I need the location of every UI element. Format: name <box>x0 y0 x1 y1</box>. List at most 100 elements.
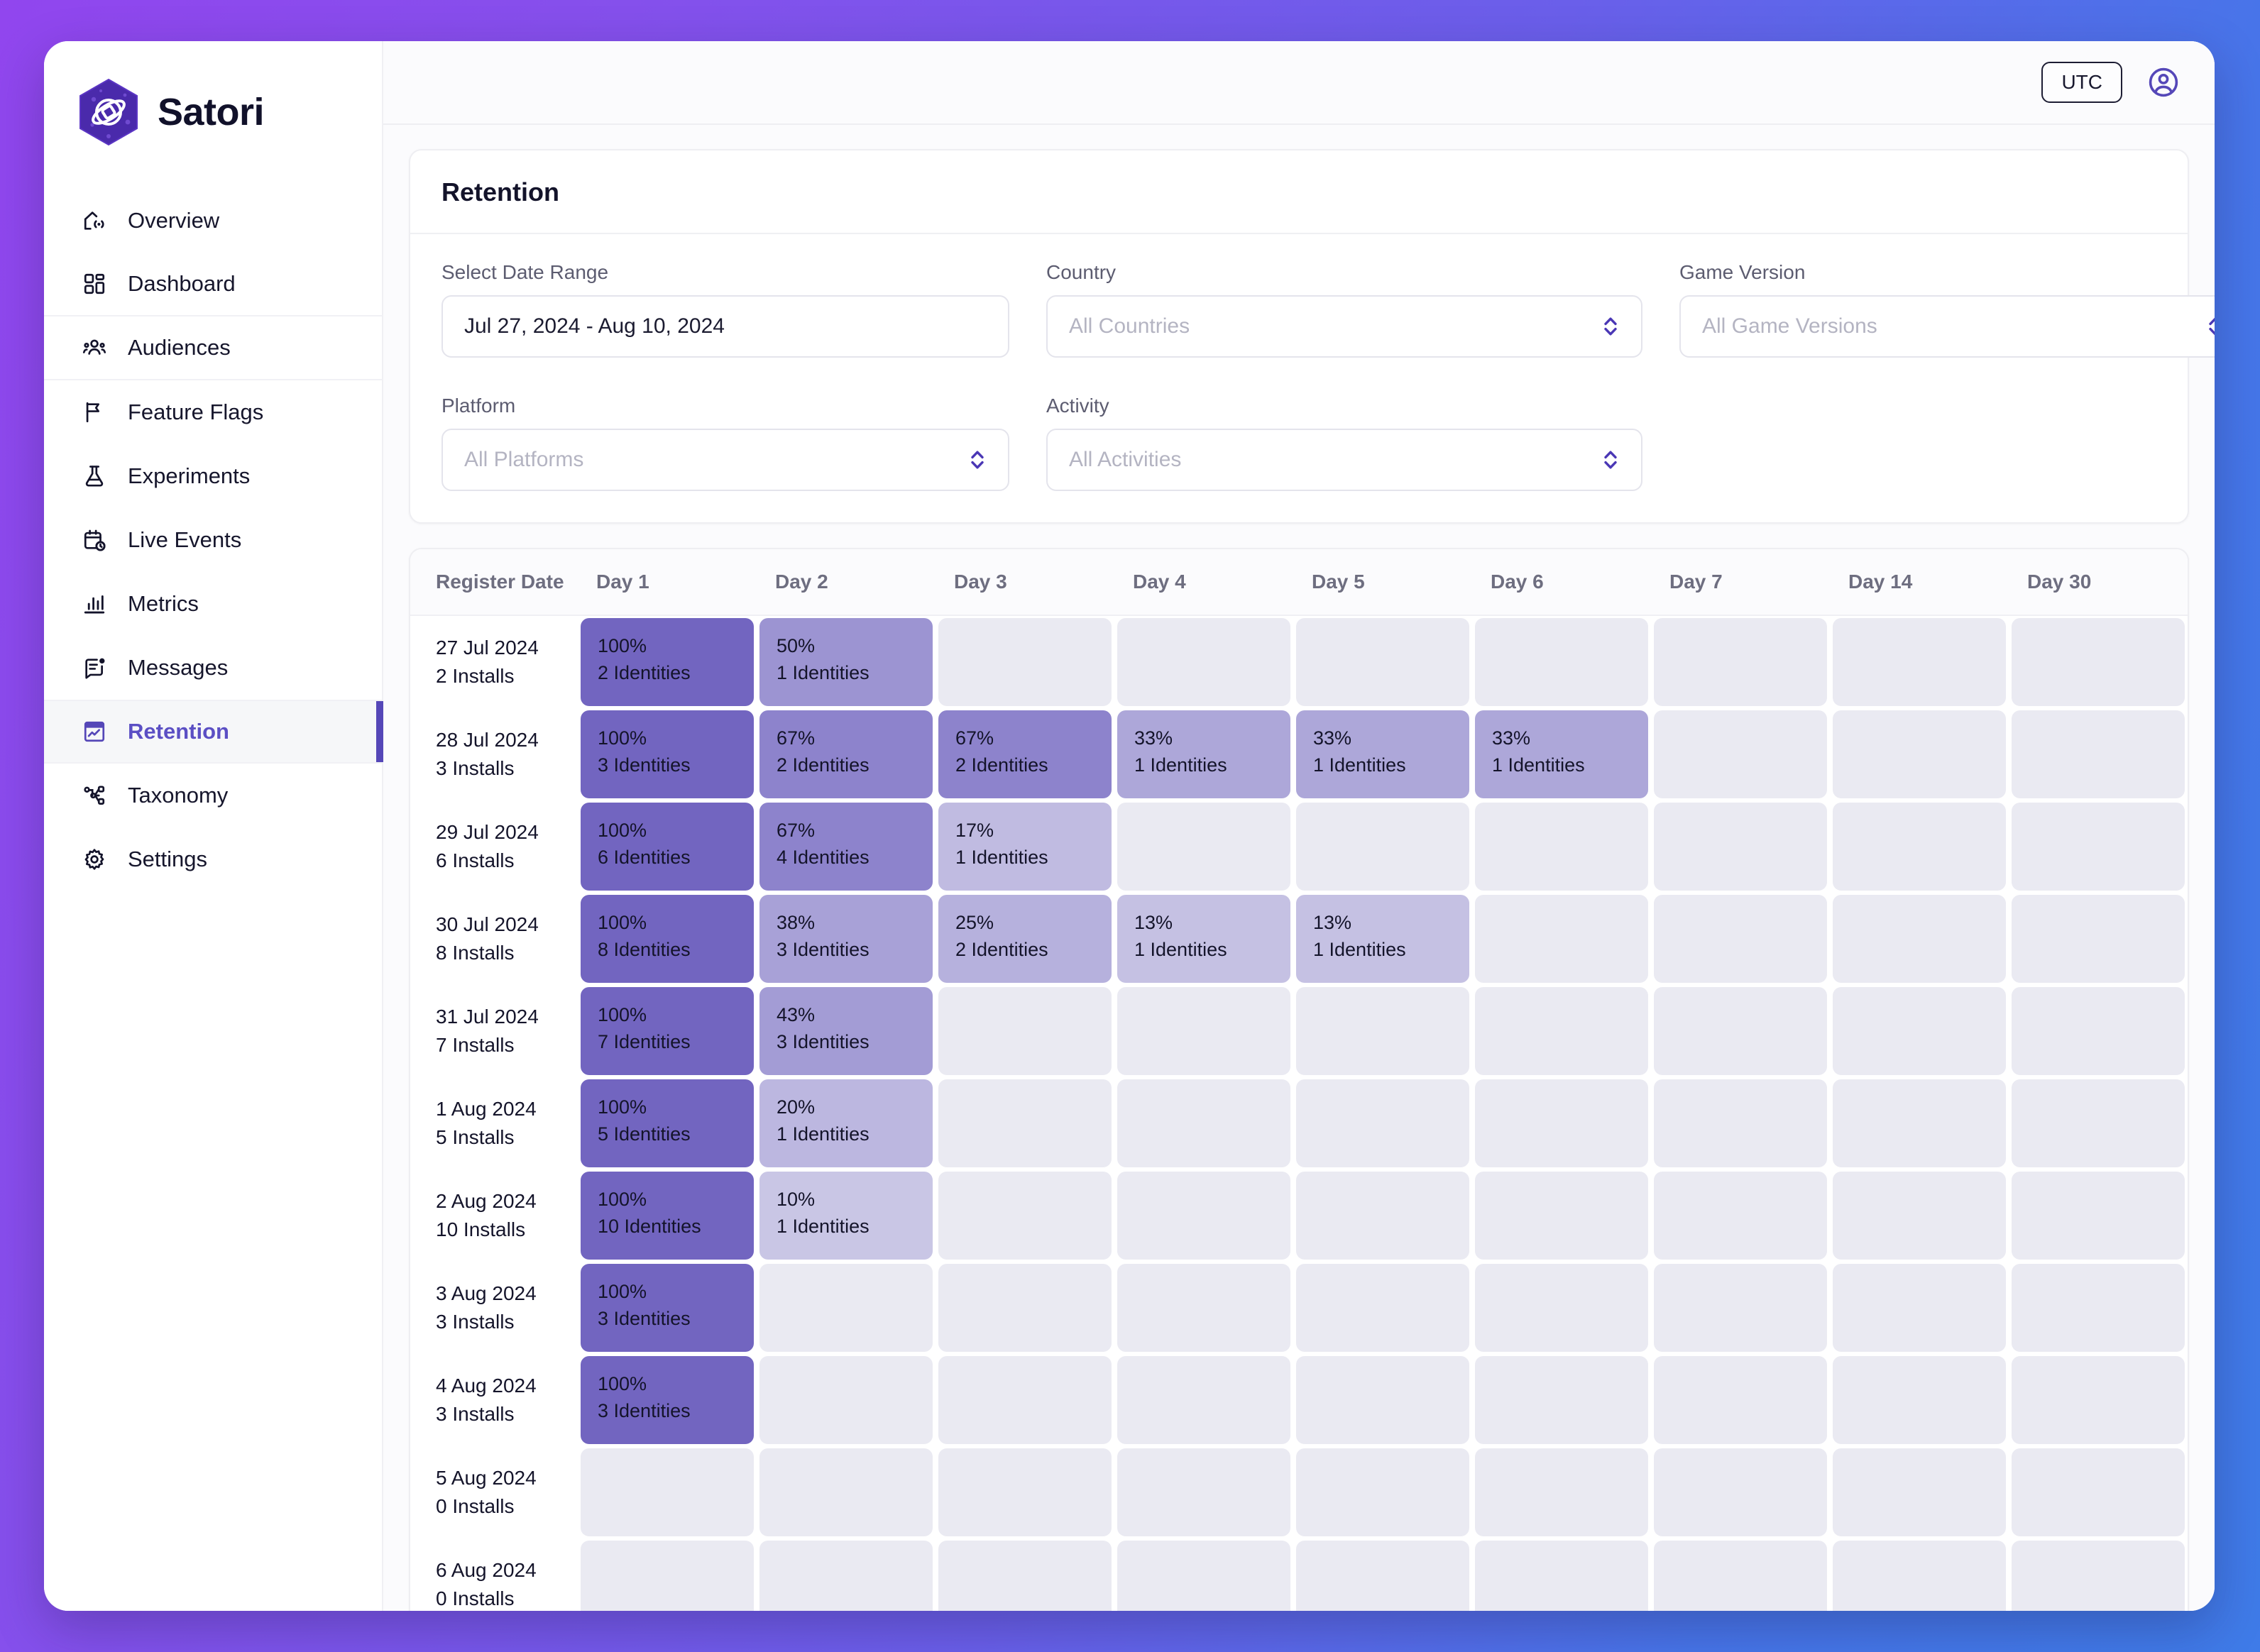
filters-card: Retention Select Date Range Jul 27, 2024… <box>409 149 2215 524</box>
game-version-select[interactable]: All Game Versions <box>1679 295 2215 358</box>
heatmap-cell[interactable]: 33% 1 Identities <box>1296 710 1469 798</box>
table-header: Register Date Day 1 Day 2 Day 3 Day 4 Day 5 Da… <box>410 549 2188 616</box>
cell-percent: 13% <box>1134 912 1173 933</box>
cell-identities: 3 Identities <box>777 939 870 961</box>
sidebar-item-taxonomy[interactable]: Taxonomy <box>44 764 382 827</box>
heatmap-cell[interactable]: 50% 1 Identities <box>759 618 933 706</box>
activity-select[interactable]: All Activities <box>1046 429 1642 491</box>
column-header-register-date: Register Date <box>410 549 578 616</box>
sidebar-item-feature-flags[interactable]: Feature Flags <box>44 380 382 444</box>
retention-heatmap-table: Register Date Day 1 Day 2 Day 3 Day 4 Day 5 Da… <box>410 549 2188 1611</box>
heatmap-cell[interactable]: 33% 1 Identities <box>1475 710 1648 798</box>
cell-identities: 3 Identities <box>598 1400 691 1422</box>
cell-identities: 1 Identities <box>1492 754 1585 776</box>
cell-percent: 33% <box>1492 727 1531 749</box>
row-register-date: 6 Aug 2024 0 Installs <box>410 1538 578 1611</box>
chevron-up-down-icon <box>1601 312 1620 341</box>
row-installs-label: 6 Installs <box>436 849 515 871</box>
heatmap-cell-empty <box>938 1079 1112 1167</box>
heatmap-cell-wrap <box>1293 800 1472 893</box>
heatmap-cell-wrap <box>1472 1446 1651 1538</box>
sidebar-item-retention[interactable]: Retention <box>44 700 383 764</box>
heatmap-cell-wrap <box>2009 1262 2188 1354</box>
heatmap-cell[interactable]: 100% 7 Identities <box>581 987 754 1075</box>
heatmap-cell[interactable]: 100% 10 Identities <box>581 1172 754 1260</box>
sidebar-item-live-events[interactable]: Live Events <box>44 508 382 572</box>
heatmap-cell-empty <box>1833 803 2006 891</box>
heatmap-cell-empty <box>1475 618 1648 706</box>
sidebar-item-dashboard[interactable]: Dashboard <box>44 253 382 316</box>
heatmap-cell-empty <box>1117 803 1290 891</box>
retention-chart-icon <box>81 718 108 745</box>
heatmap-cell[interactable]: 67% 2 Identities <box>938 710 1112 798</box>
heatmap-cell-wrap <box>1472 1354 1651 1446</box>
heatmap-cell-empty <box>1117 1264 1290 1352</box>
heatmap-cell[interactable]: 67% 2 Identities <box>759 710 933 798</box>
heatmap-cell-wrap <box>936 985 1114 1077</box>
heatmap-cell[interactable]: 100% 3 Identities <box>581 1264 754 1352</box>
heatmap-cell[interactable]: 25% 2 Identities <box>938 895 1112 983</box>
cell-identities: 7 Identities <box>598 1031 691 1053</box>
cell-percent: 100% <box>598 1281 647 1302</box>
filter-game-version: Game Version All Game Versions <box>1679 261 2215 358</box>
sidebar-item-overview[interactable]: Overview <box>44 189 382 253</box>
row-date-label: 5 Aug 2024 <box>436 1466 537 1489</box>
country-select[interactable]: All Countries <box>1046 295 1642 358</box>
cell-percent: 20% <box>777 1096 816 1118</box>
heatmap-cell[interactable]: 13% 1 Identities <box>1117 895 1290 983</box>
heatmap-cell-empty <box>759 1356 933 1444</box>
heatmap-cell-empty <box>1475 803 1648 891</box>
heatmap-cell-empty <box>2012 1448 2185 1536</box>
heatmap-cell[interactable]: 100% 3 Identities <box>581 1356 754 1444</box>
sidebar-item-messages[interactable]: Messages <box>44 636 382 700</box>
heatmap-cell-empty <box>1833 1172 2006 1260</box>
game-version-value: All Game Versions <box>1702 314 1877 338</box>
heatmap-cell-empty <box>1654 803 1827 891</box>
heatmap-cell[interactable]: 17% 1 Identities <box>938 803 1112 891</box>
heatmap-cell[interactable]: 43% 3 Identities <box>759 987 933 1075</box>
cell-percent: 43% <box>777 1004 816 1025</box>
platform-select[interactable]: All Platforms <box>441 429 1009 491</box>
heatmap-cell[interactable]: 100% 2 Identities <box>581 618 754 706</box>
sidebar-item-settings[interactable]: Settings <box>44 827 382 891</box>
sidebar-item-experiments[interactable]: Experiments <box>44 444 382 508</box>
heatmap-cell[interactable]: 67% 4 Identities <box>759 803 933 891</box>
heatmap-cell[interactable]: 100% 5 Identities <box>581 1079 754 1167</box>
heatmap-cell[interactable]: 100% 6 Identities <box>581 803 754 891</box>
heatmap-cell-empty <box>1296 1079 1469 1167</box>
date-range-input[interactable]: Jul 27, 2024 - Aug 10, 2024 <box>441 295 1009 358</box>
heatmap-cell[interactable]: 10% 1 Identities <box>759 1172 933 1260</box>
sidebar-item-label: Feature Flags <box>128 400 264 424</box>
sidebar-item-label: Settings <box>128 847 208 871</box>
cell-identities: 5 Identities <box>598 1123 691 1145</box>
heatmap-cell-wrap <box>1293 1262 1472 1354</box>
timezone-button[interactable]: UTC <box>2041 61 2122 104</box>
user-circle-icon[interactable] <box>2146 65 2181 99</box>
heatmap-cell[interactable]: 20% 1 Identities <box>759 1079 933 1167</box>
heatmap-cell-empty <box>1833 1356 2006 1444</box>
chevron-up-down-icon <box>968 446 987 474</box>
heatmap-cell[interactable]: 100% 8 Identities <box>581 895 754 983</box>
heatmap-cell-wrap <box>1830 1446 2009 1538</box>
table-row: 28 Jul 2024 3 Installs 100% 3 Identities 67%… <box>410 708 2188 800</box>
heatmap-cell-wrap: 25% 2 Identities <box>936 893 1114 985</box>
heatmap-cell[interactable]: 33% 1 Identities <box>1117 710 1290 798</box>
heatmap-cell-wrap: 100% 8 Identities <box>578 893 757 985</box>
app-window: Satori Overview Dashboard Audiences Feat… <box>44 41 2215 1611</box>
sidebar-item-metrics[interactable]: Metrics <box>44 572 382 636</box>
gear-icon <box>81 846 108 873</box>
row-date-label: 29 Jul 2024 <box>436 820 539 843</box>
sidebar-item-audiences[interactable]: Audiences <box>44 316 382 380</box>
heatmap-cell-wrap <box>578 1446 757 1538</box>
column-header-day-7: Day 7 <box>1651 549 1830 616</box>
cell-identities: 1 Identities <box>777 662 870 684</box>
heatmap-cell[interactable]: 100% 3 Identities <box>581 710 754 798</box>
cell-percent: 100% <box>598 1004 647 1025</box>
sidebar-item-label: Experiments <box>128 463 251 488</box>
row-installs-label: 8 Installs <box>436 942 515 964</box>
heatmap-cell[interactable]: 38% 3 Identities <box>759 895 933 983</box>
heatmap-cell-empty <box>1475 1079 1648 1167</box>
sidebar-item-label: Metrics <box>128 591 199 616</box>
cell-identities: 10 Identities <box>598 1216 701 1238</box>
heatmap-cell[interactable]: 13% 1 Identities <box>1296 895 1469 983</box>
